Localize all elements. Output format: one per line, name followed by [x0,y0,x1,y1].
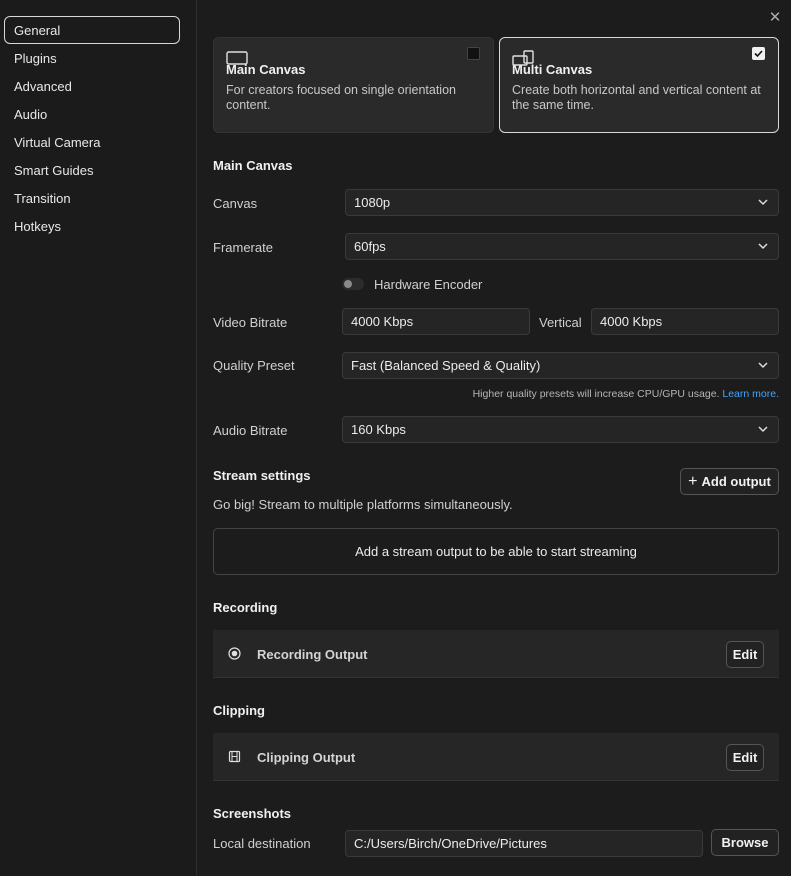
video-bitrate-label: Video Bitrate [213,315,288,330]
main-canvas-section-title: Main Canvas [213,158,293,173]
canvas-select[interactable]: 1080p [345,189,779,216]
local-destination-field[interactable]: C:/Users/Birch/OneDrive/Pictures [345,830,703,857]
canvas-select-value: 1080p [354,195,391,210]
audio-bitrate-label: Audio Bitrate [213,423,288,438]
quality-hint-text: Higher quality presets will increase CPU… [472,388,720,400]
video-bitrate-field[interactable]: 4000 Kbps [342,308,530,335]
stream-settings-title: Stream settings [213,468,311,483]
multi-canvas-desc: Create both horizontal and vertical cont… [512,83,761,112]
recording-edit-button[interactable]: Edit [726,641,764,668]
canvas-label: Canvas [213,196,258,211]
film-icon [228,750,241,763]
vertical-bitrate-label: Vertical [539,315,582,330]
recording-output-label: Recording Output [257,647,368,662]
audio-bitrate-value: 160 Kbps [351,422,406,437]
main-canvas-desc: For creators focused on single orientati… [226,83,456,112]
clipping-section-title: Clipping [213,703,265,718]
learn-more-link[interactable]: Learn more. [722,388,779,400]
sidebar-item-virtual-camera[interactable]: Virtual Camera [4,128,180,156]
multi-canvas-icon [512,50,534,66]
screenshots-section-title: Screenshots [213,806,292,821]
main-canvas-card[interactable]: Main Canvas For creators focused on sing… [213,37,494,133]
sidebar-item-plugins[interactable]: Plugins [4,44,180,72]
stream-settings-subtitle: Go big! Stream to multiple platforms sim… [213,497,513,512]
quality-preset-select[interactable]: Fast (Balanced Speed & Quality) [342,352,779,379]
sidebar-item-advanced[interactable]: Advanced [4,72,180,100]
multi-canvas-title: Multi Canvas [512,62,593,77]
chevron-down-icon [758,243,768,250]
multi-canvas-checkbox[interactable] [752,47,765,60]
hardware-encoder-toggle[interactable] [342,278,364,290]
sidebar-item-general[interactable]: General [4,16,180,44]
chevron-down-icon [758,362,768,369]
sidebar-item-audio[interactable]: Audio [4,100,180,128]
chevron-down-icon [758,426,768,433]
stream-outputs-empty: Add a stream output to be able to start … [213,528,779,575]
audio-bitrate-select[interactable]: 160 Kbps [342,416,779,443]
clipping-edit-button[interactable]: Edit [726,744,764,771]
add-output-button[interactable]: + Add output [680,468,779,495]
quality-preset-label: Quality Preset [213,358,295,373]
add-output-label: Add output [701,474,771,489]
check-icon [754,50,763,58]
chevron-down-icon [758,199,768,206]
quality-preset-hint: Higher quality presets will increase CPU… [473,388,779,400]
multi-canvas-card[interactable]: Multi Canvas Create both horizontal and … [499,37,779,133]
clipping-output-row: Clipping Output Edit [213,733,779,781]
recording-section-title: Recording [213,600,278,615]
sidebar-item-transition[interactable]: Transition [4,184,180,212]
local-destination-label: Local destination [213,836,311,851]
single-canvas-icon [226,51,248,65]
toggle-knob [344,280,352,288]
clipping-output-label: Clipping Output [257,750,356,765]
record-icon [228,647,241,660]
framerate-select[interactable]: 60fps [345,233,779,260]
framerate-label: Framerate [213,240,273,255]
quality-preset-value: Fast (Balanced Speed & Quality) [351,358,541,373]
settings-main-panel: ✕ Main Canvas For creators focused on si… [198,0,791,876]
settings-sidebar: General Plugins Advanced Audio Virtual C… [0,0,197,876]
main-canvas-checkbox[interactable] [467,47,480,60]
vertical-bitrate-field[interactable]: 4000 Kbps [591,308,779,335]
plus-icon: + [688,473,698,490]
recording-output-row: Recording Output Edit [213,630,779,678]
sidebar-item-hotkeys[interactable]: Hotkeys [4,212,180,240]
framerate-select-value: 60fps [354,239,386,254]
main-canvas-title: Main Canvas [226,62,306,77]
hardware-encoder-label: Hardware Encoder [374,277,483,292]
browse-button[interactable]: Browse [711,829,779,856]
sidebar-item-smart-guides[interactable]: Smart Guides [4,156,180,184]
close-icon[interactable]: ✕ [767,10,783,26]
